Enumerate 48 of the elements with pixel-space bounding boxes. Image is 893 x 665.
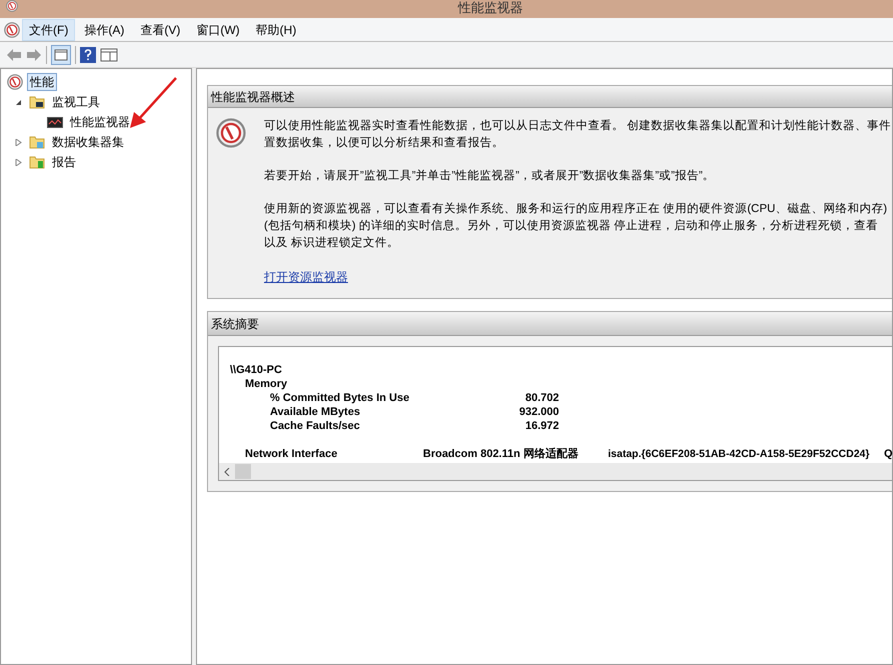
description-line: 使用新的资源监视器，可以查看有关操作系统、服务和运行的应用程序正在 使用的硬件资源(CPU、磁盘、网络和内存) — [264, 201, 888, 217]
counter-group: Network Interface — [219, 447, 423, 461]
menu-item[interactable]: 文件(F) — [22, 18, 76, 40]
description-line: 以及 标识进程锁定文件。 — [264, 236, 400, 251]
app-icon — [6, 0, 18, 12]
section-header: 系统摘要 — [208, 312, 892, 336]
description-line: 可以使用性能监视器实时查看性能数据，也可以从日志文件中查看。 创建数据收集器集以配置和计划性能计数器、事件 — [264, 118, 892, 134]
description-line: 置数据收集，以便可以分析结果和查看报告。 — [264, 136, 505, 151]
open-resource-monitor-link[interactable]: 打开资源监视器 — [264, 268, 348, 286]
tree-item[interactable]: 报告 — [49, 153, 79, 171]
counter-name: Available MBytes — [269, 405, 362, 419]
column-header: isatap.{6C6EF208-51AB-42CD-A158-5E29F52CCD24} — [608, 447, 870, 461]
folder-icon — [29, 155, 45, 169]
menu-item[interactable]: 操作(A) — [77, 18, 132, 40]
help-icon[interactable] — [80, 46, 96, 62]
horizontal-scrollbar[interactable] — [219, 463, 892, 480]
app-menu-icon — [4, 22, 20, 38]
counter-name: % Committed Bytes In Use — [269, 391, 410, 405]
tree-item[interactable]: 性能 — [27, 73, 57, 91]
counter-value: 80.702 — [524, 391, 559, 405]
menu-item[interactable]: 查看(V) — [133, 18, 188, 40]
panel-view-icon[interactable] — [100, 46, 118, 62]
computer-name: \\G410-PC — [229, 363, 283, 377]
arrow-annotation — [128, 76, 178, 130]
panel-toggle-icon[interactable] — [51, 44, 71, 64]
column-header: Q — [884, 447, 893, 461]
description-line: 若要开始，请展开”监视工具”并单击”性能监视器”，或者展开”数据收集器集”或”报告”。 — [264, 168, 716, 184]
tree-item[interactable]: 监视工具 — [49, 93, 103, 111]
gauge-icon — [216, 118, 246, 148]
column-header: Broadcom 802.11n 网络适配器 — [423, 447, 580, 461]
counter-group: Memory — [219, 377, 892, 391]
description-line: (包括句柄和模块) 的详细的实时信息。另外，可以使用资源监视器 停止进程，启动和停止服务，分析进程死锁，查看 — [264, 218, 880, 234]
tree-item[interactable]: 性能监视器 — [67, 113, 133, 131]
folder-icon — [29, 135, 45, 149]
back-arrow-icon[interactable] — [6, 48, 22, 62]
chart-monitor-icon — [47, 116, 63, 128]
tree-item[interactable]: 数据收集器集 — [49, 133, 127, 151]
gauge-icon — [7, 74, 23, 90]
counter-value: 16.972 — [524, 419, 559, 433]
folder-icon — [29, 95, 45, 109]
section-header: 性能监视器概述 — [208, 86, 892, 108]
forward-arrow-icon[interactable] — [26, 48, 42, 62]
counter-value: 932.000 — [518, 405, 559, 419]
window-title: 性能监视器 — [458, 0, 523, 16]
menu-item[interactable]: 窗口(W) — [189, 18, 247, 40]
menu-item[interactable]: 帮助(H) — [248, 18, 304, 40]
scrollbar-thumb[interactable] — [235, 464, 251, 479]
counter-name: Cache Faults/sec — [269, 419, 361, 433]
